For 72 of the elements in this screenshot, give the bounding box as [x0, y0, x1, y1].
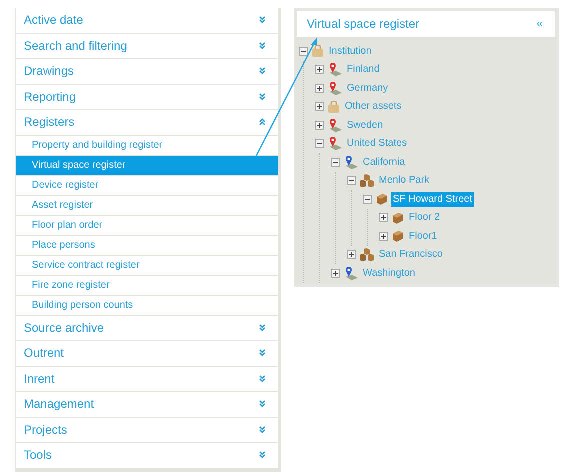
expand-toggle[interactable] — [347, 250, 356, 260]
menu-section[interactable]: Outrent — [16, 341, 278, 366]
tree-node[interactable]: Institution — [327, 44, 374, 59]
map-pin-icon — [327, 118, 343, 133]
menu-section[interactable]: Drawings — [16, 59, 278, 84]
collapse-toggle[interactable] — [315, 139, 324, 148]
box-icon — [391, 210, 405, 225]
expand-icon — [259, 16, 266, 24]
tree-node[interactable]: Other assets — [343, 99, 404, 114]
menu-section[interactable]: Active date — [16, 8, 278, 32]
tree-node[interactable]: California — [361, 154, 408, 170]
menu-item[interactable]: Virtual space register — [16, 156, 278, 174]
expand-icon — [259, 426, 266, 434]
tree-node[interactable]: Germany — [345, 80, 390, 96]
tree-node[interactable]: Floor 2 — [407, 210, 442, 226]
map-pin-icon — [327, 136, 343, 152]
tree-node[interactable]: San Francisco — [377, 247, 445, 262]
collapse-icon — [259, 118, 266, 126]
box-icon — [375, 192, 389, 206]
menu-item[interactable]: Floor plan order — [16, 216, 278, 234]
tree-node[interactable]: United States — [345, 136, 410, 152]
tree-node[interactable]: Washington — [361, 266, 418, 281]
menu-item[interactable]: Asset register — [16, 196, 278, 214]
menu-item[interactable]: Place persons — [16, 236, 278, 254]
menu-section[interactable]: Registers — [16, 110, 278, 134]
menu-item[interactable]: Fire zone register — [16, 276, 278, 294]
tree-node[interactable]: Floor1 — [407, 228, 440, 244]
expand-toggle[interactable] — [331, 268, 340, 278]
expand-icon — [259, 349, 266, 358]
menu-section[interactable]: Reporting — [16, 84, 278, 109]
map-pin-icon — [343, 266, 359, 281]
menu-item[interactable]: Device register — [16, 176, 278, 194]
box-icon — [391, 229, 405, 244]
expand-toggle[interactable] — [315, 84, 324, 93]
collapse-toggle[interactable] — [363, 194, 372, 204]
menu-item[interactable]: Building person counts — [16, 296, 278, 314]
collapse-toggle[interactable] — [347, 176, 356, 186]
expand-toggle[interactable] — [379, 232, 388, 241]
menu-item[interactable]: Service contract register — [16, 256, 278, 274]
menu-section[interactable]: Inrent — [16, 366, 278, 391]
menu-section[interactable]: Search and filtering — [16, 34, 278, 58]
boxes-icon — [359, 174, 375, 188]
expand-icon — [259, 400, 266, 408]
expand-toggle[interactable] — [315, 120, 324, 130]
expand-icon — [259, 67, 266, 76]
expand-toggle[interactable] — [315, 102, 324, 112]
expand-toggle[interactable] — [379, 213, 388, 222]
expand-icon — [259, 451, 266, 460]
expand-icon — [259, 324, 266, 332]
map-pin-icon — [327, 62, 343, 78]
boxes-icon — [359, 248, 375, 262]
panel-title: Virtual space register — [307, 17, 420, 31]
tree-node[interactable]: SF Howard Street — [391, 192, 474, 207]
menu-section[interactable]: Tools — [16, 443, 278, 468]
map-pin-icon — [327, 80, 343, 96]
menu-item[interactable]: Property and building register — [16, 136, 278, 154]
menu-section[interactable]: Projects — [16, 418, 278, 442]
tree-node[interactable]: Sweden — [345, 118, 386, 133]
expand-icon — [259, 374, 266, 383]
expand-toggle[interactable] — [315, 65, 324, 74]
bag-icon — [327, 100, 341, 114]
expand-icon — [259, 92, 266, 101]
collapse-button[interactable]: « — [536, 18, 543, 30]
menu-section[interactable]: Source archive — [16, 316, 278, 340]
tree-node[interactable]: Menlo Park — [377, 173, 432, 188]
collapse-toggle[interactable] — [331, 158, 340, 167]
menu-section[interactable]: Management — [16, 392, 278, 416]
map-pin-icon — [343, 154, 359, 170]
expand-icon — [259, 42, 266, 50]
bag-icon — [311, 44, 325, 58]
collapse-toggle[interactable] — [299, 46, 308, 56]
tree-node[interactable]: Finland — [345, 62, 382, 78]
